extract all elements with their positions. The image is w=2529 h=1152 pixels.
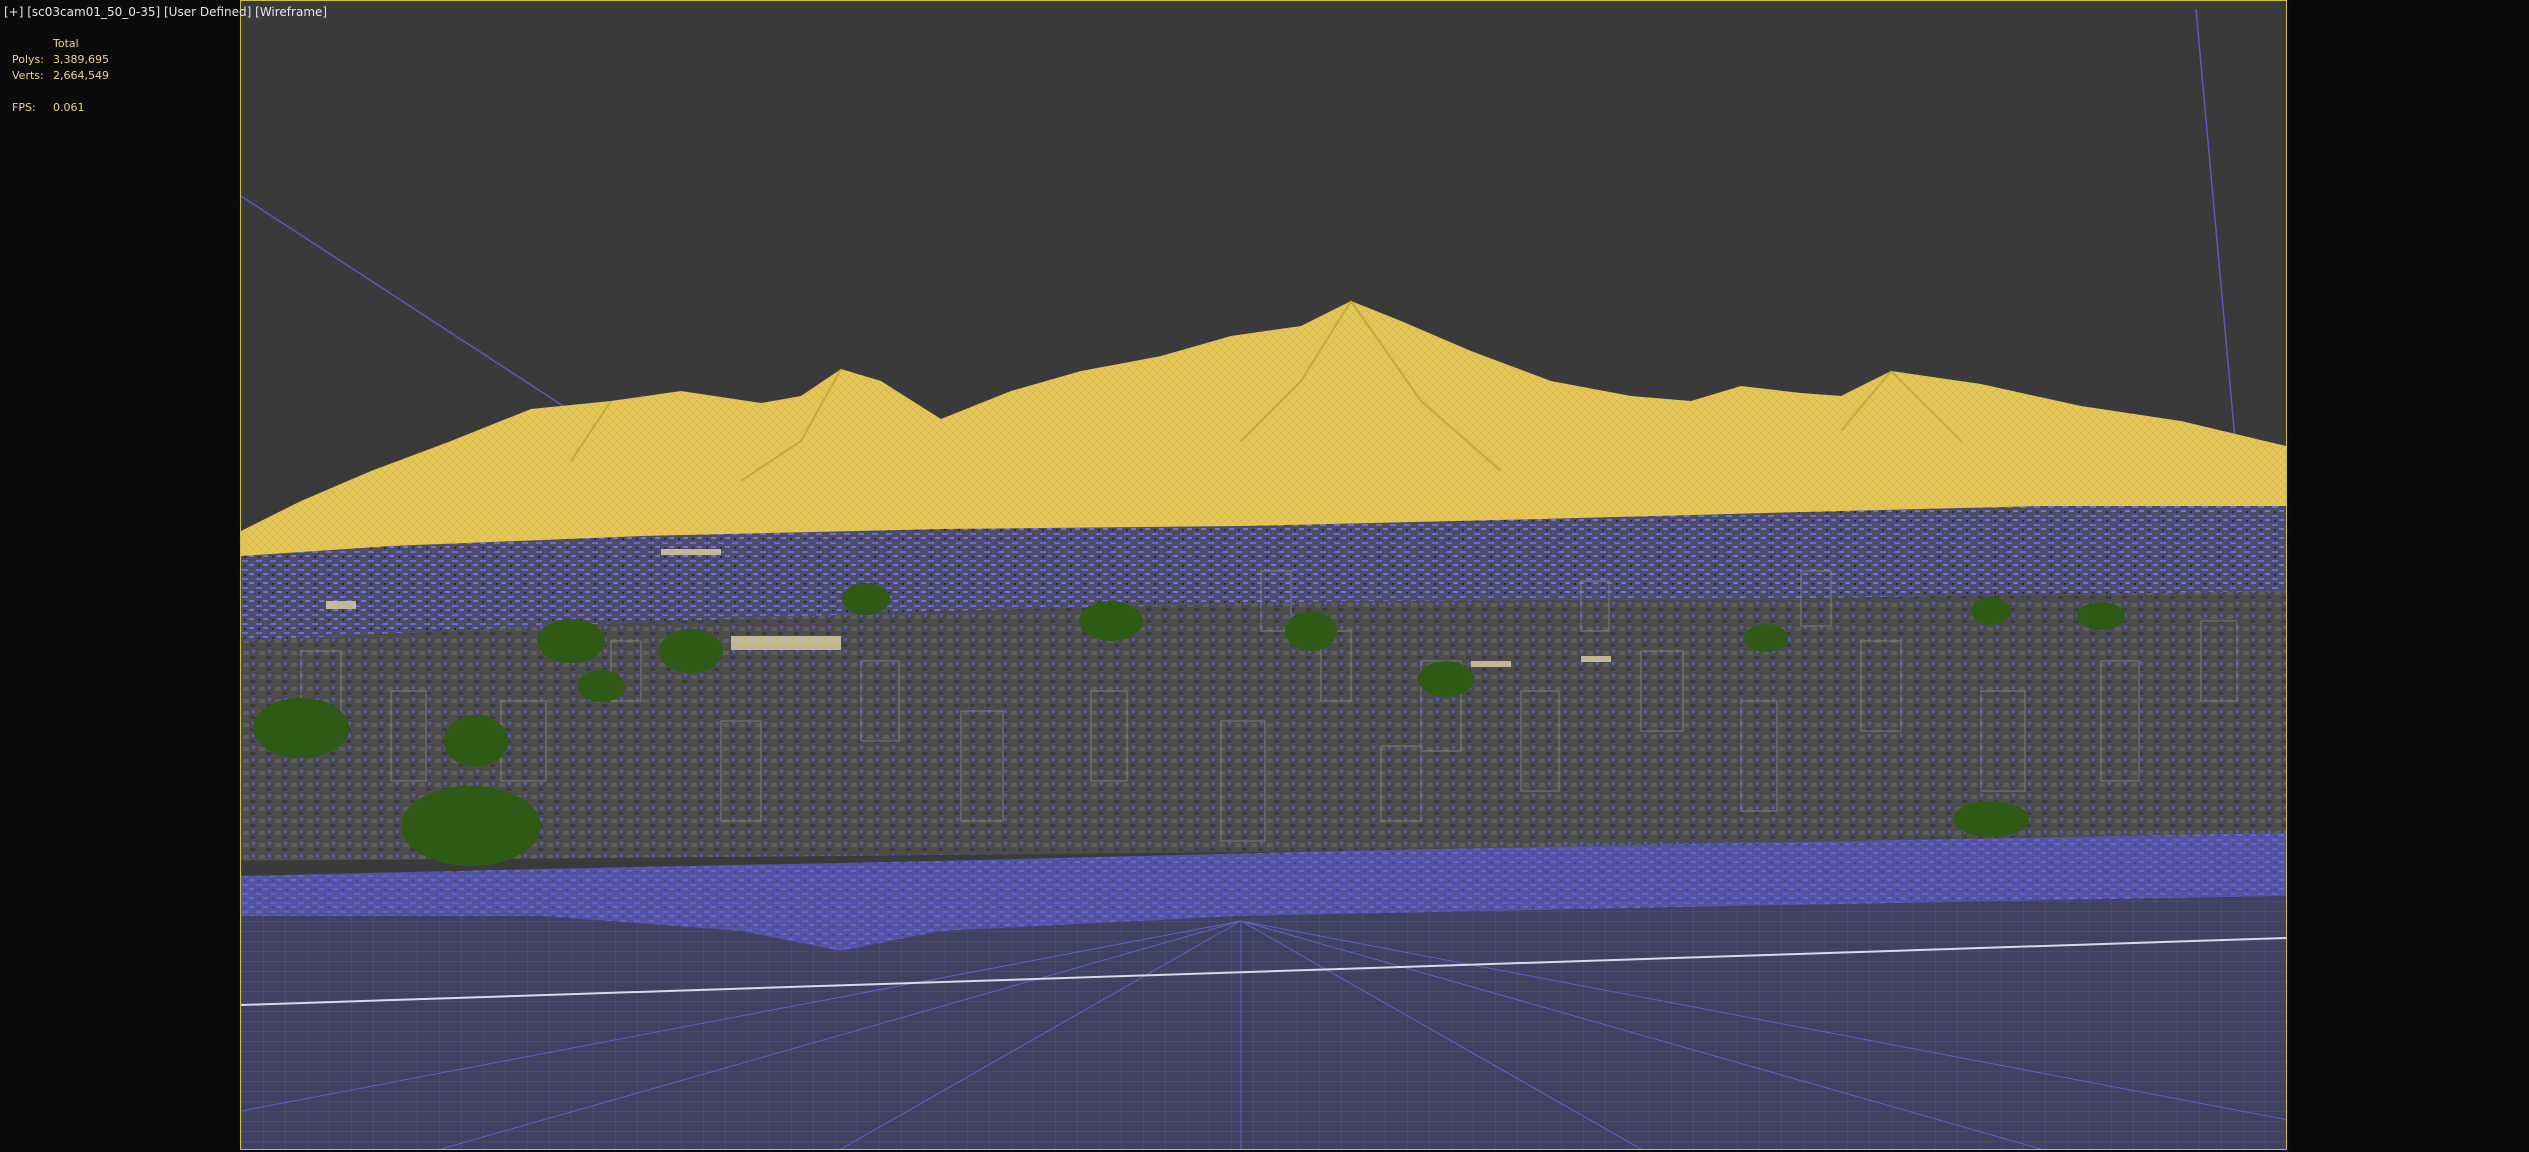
stats-fps-value: 0.061 xyxy=(53,101,85,114)
stats-fps-row: FPS: 0.061 xyxy=(12,100,109,116)
stats-verts-row: Verts: 2,664,549 xyxy=(12,68,109,84)
stats-header-row: Total xyxy=(12,36,109,52)
app-window: [+] [sc03cam01_50_0-35] [User Defined] [… xyxy=(0,0,2529,1152)
stats-verts-label: Verts: xyxy=(12,69,44,82)
stats-total-label: Total xyxy=(53,37,79,50)
viewport-label-bar: [+] [sc03cam01_50_0-35] [User Defined] [… xyxy=(4,5,327,19)
viewport-plus-menu[interactable]: [+] xyxy=(4,5,23,19)
stats-polys-value: 3,389,695 xyxy=(53,53,109,66)
stats-polys-row: Polys: 3,389,695 xyxy=(12,52,109,68)
stats-polys-label: Polys: xyxy=(12,53,44,66)
wireframe-scene-render xyxy=(241,1,2286,1149)
viewport-camera-menu[interactable]: [sc03cam01_50_0-35] xyxy=(27,5,160,19)
stats-fps-label: FPS: xyxy=(12,101,36,114)
viewport-shading-menu[interactable]: [User Defined] xyxy=(164,5,251,19)
3d-viewport[interactable] xyxy=(240,0,2287,1150)
stats-verts-value: 2,664,549 xyxy=(53,69,109,82)
viewport-display-mode-menu[interactable]: [Wireframe] xyxy=(255,5,327,19)
viewport-statistics: Total Polys: 3,389,695 Verts: 2,664,549 … xyxy=(12,36,109,116)
